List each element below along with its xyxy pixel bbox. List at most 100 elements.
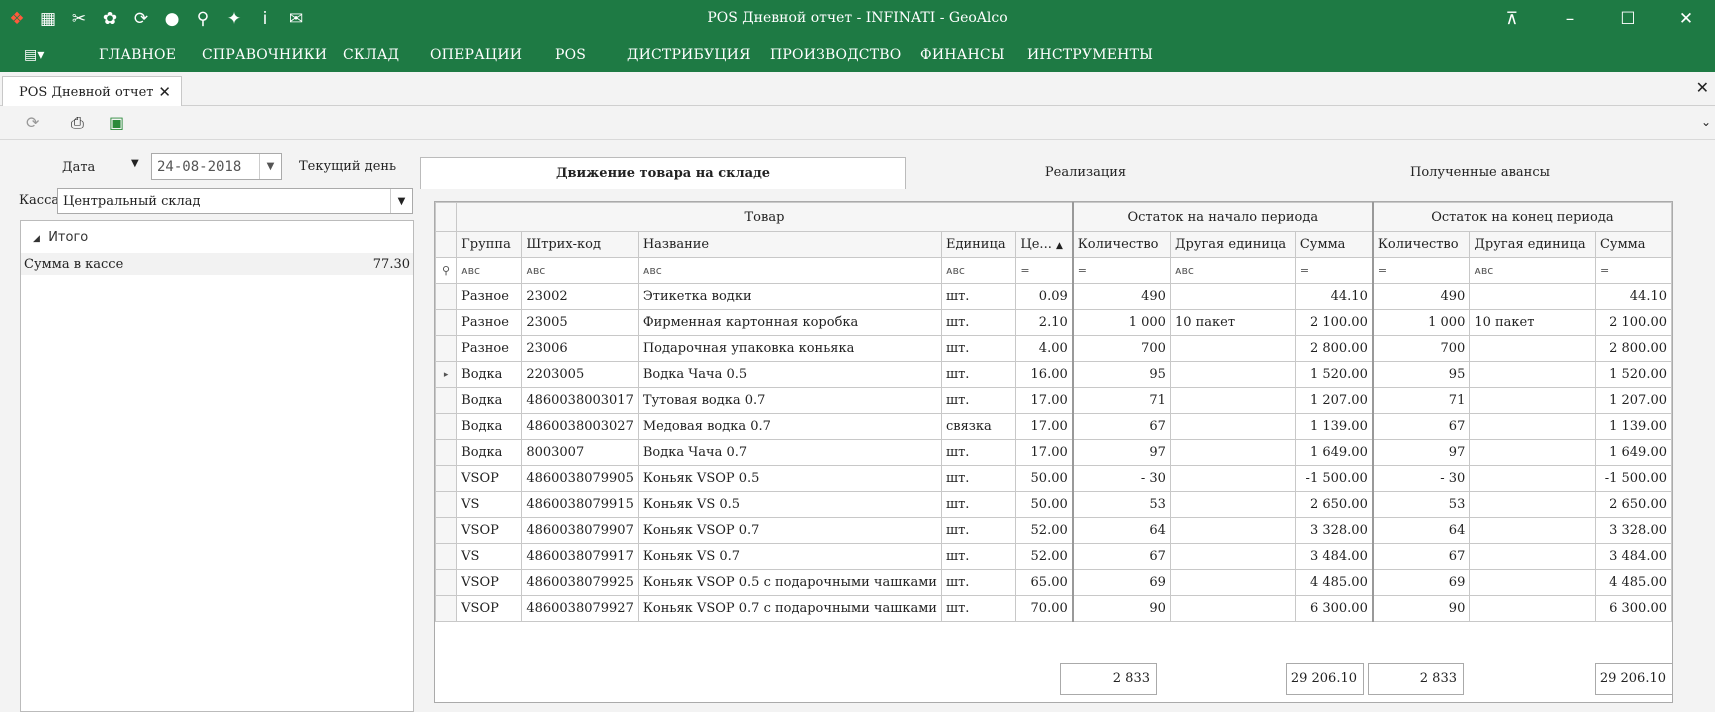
table-row[interactable]: Разное 23005 Фирменная картонная коробка шт…: [434, 309, 1673, 336]
menu-tools[interactable]: ИНСТРУМЕНТЫ: [1027, 47, 1153, 63]
table-cell[interactable]: шт.: [940, 569, 1017, 596]
table-cell[interactable]: Медовая водка 0.7: [637, 413, 942, 440]
table-row[interactable]: VSOP 4860038079907 Коньяк VSOP 0.7 шт. 52.00…: [434, 517, 1673, 544]
table-cell[interactable]: связка: [940, 413, 1017, 440]
table-cell[interactable]: VSOP: [456, 595, 523, 622]
table-cell[interactable]: 69: [1071, 569, 1171, 596]
table-cell[interactable]: 95: [1071, 361, 1171, 388]
table-cell[interactable]: 3 328.00: [1594, 517, 1673, 544]
table-cell[interactable]: шт.: [940, 517, 1017, 544]
table-cell[interactable]: 64: [1071, 517, 1171, 544]
tab-sales[interactable]: Реализация: [906, 157, 1265, 189]
excel-export-icon[interactable]: ▣: [109, 113, 124, 132]
table-cell[interactable]: 50.00: [1015, 465, 1074, 492]
table-cell[interactable]: VSOP: [456, 569, 523, 596]
row-indicator[interactable]: [434, 465, 458, 492]
col-start-other-unit[interactable]: Другая единица: [1169, 231, 1296, 258]
table-cell[interactable]: VSOP: [456, 517, 523, 544]
table-row[interactable]: VSOP 4860038079927 Коньяк VSOP 0.7 с подар…: [434, 595, 1673, 622]
table-cell[interactable]: [1469, 387, 1596, 414]
table-row[interactable]: VS 4860038079915 Коньяк VS 0.5 шт. 50.00 53 2 …: [434, 491, 1673, 518]
date-dropdown-icon[interactable]: ▼: [259, 154, 281, 179]
table-cell[interactable]: 53: [1071, 491, 1171, 518]
table-cell[interactable]: 700: [1071, 335, 1171, 362]
table-cell[interactable]: 10 пакет: [1469, 309, 1596, 336]
filter-equals-icon[interactable]: =: [1371, 257, 1471, 284]
table-cell[interactable]: шт.: [940, 335, 1017, 362]
table-cell[interactable]: 23005: [521, 309, 639, 336]
table-row[interactable]: VSOP 4860038079925 Коньяк VSOP 0.5 с подар…: [434, 569, 1673, 596]
filter-equals-icon[interactable]: =: [1294, 257, 1374, 284]
table-row[interactable]: Водка 4860038003027 Медовая водка 0.7 связк…: [434, 413, 1673, 440]
row-indicator[interactable]: [434, 413, 458, 440]
table-cell[interactable]: [1169, 413, 1296, 440]
row-indicator[interactable]: [434, 517, 458, 544]
table-cell[interactable]: Тутовая водка 0.7: [637, 387, 942, 414]
col-price[interactable]: Це... ▲: [1015, 231, 1074, 258]
table-cell[interactable]: 16.00: [1015, 361, 1074, 388]
row-indicator[interactable]: [434, 491, 458, 518]
table-cell[interactable]: 4860038003017: [521, 387, 639, 414]
table-cell[interactable]: Коньяк VSOP 0.7: [637, 517, 942, 544]
table-cell[interactable]: [1469, 569, 1596, 596]
table-cell[interactable]: 8003007: [521, 439, 639, 466]
table-row[interactable]: Разное 23002 Этикетка водки шт. 0.09 490 44.10…: [434, 283, 1673, 310]
table-cell[interactable]: шт.: [940, 491, 1017, 518]
filter-text-icon[interactable]: ᴀʙᴄ: [637, 257, 942, 284]
tab-stock-movement[interactable]: Движение товара на складе: [420, 157, 906, 189]
table-cell[interactable]: 6 300.00: [1594, 595, 1673, 622]
table-cell[interactable]: Коньяк VSOP 0.5: [637, 465, 942, 492]
col-name[interactable]: Название: [637, 231, 942, 258]
minimize-button[interactable]: –: [1541, 6, 1599, 32]
row-indicator[interactable]: [434, 569, 458, 596]
tab-advances[interactable]: Полученные авансы: [1265, 157, 1695, 189]
close-tab-icon[interactable]: ✕: [158, 83, 171, 101]
table-cell[interactable]: шт.: [940, 387, 1017, 414]
table-cell[interactable]: Этикетка водки: [637, 283, 942, 310]
table-cell[interactable]: 4 485.00: [1294, 569, 1374, 596]
table-cell[interactable]: 2 100.00: [1594, 309, 1673, 336]
col-end-other-unit[interactable]: Другая единица: [1469, 231, 1596, 258]
table-cell[interactable]: Коньяк VS 0.7: [637, 543, 942, 570]
table-cell[interactable]: 1 649.00: [1294, 439, 1374, 466]
filter-equals-icon[interactable]: =: [1015, 257, 1074, 284]
table-cell[interactable]: Разное: [456, 309, 523, 336]
table-cell[interactable]: 490: [1071, 283, 1171, 310]
table-cell[interactable]: 69: [1371, 569, 1471, 596]
table-cell[interactable]: [1169, 283, 1296, 310]
table-cell[interactable]: [1469, 491, 1596, 518]
col-end-qty[interactable]: Количество: [1371, 231, 1471, 258]
table-cell[interactable]: шт.: [940, 361, 1017, 388]
summary-group[interactable]: ◢ Итого: [21, 221, 413, 253]
col-group[interactable]: Группа: [456, 231, 523, 258]
table-cell[interactable]: Подарочная упаковка коньяка: [637, 335, 942, 362]
menu-operations[interactable]: ОПЕРАЦИИ: [430, 47, 522, 63]
table-row[interactable]: Водка 4860038003017 Тутовая водка 0.7 шт. 17…: [434, 387, 1673, 414]
table-cell[interactable]: Водка Чача 0.7: [637, 439, 942, 466]
table-cell[interactable]: 23006: [521, 335, 639, 362]
table-cell[interactable]: 10 пакет: [1169, 309, 1296, 336]
table-cell[interactable]: 64: [1371, 517, 1471, 544]
table-cell[interactable]: 97: [1071, 439, 1171, 466]
table-cell[interactable]: [1469, 517, 1596, 544]
filter-text-icon[interactable]: ᴀʙᴄ: [521, 257, 639, 284]
table-cell[interactable]: 700: [1371, 335, 1471, 362]
kassa-dropdown-icon[interactable]: ▼: [390, 189, 412, 213]
app-menu-icon[interactable]: ▤▾: [24, 47, 45, 63]
table-cell[interactable]: 67: [1071, 413, 1171, 440]
table-cell[interactable]: [1469, 595, 1596, 622]
row-indicator[interactable]: [434, 595, 458, 622]
table-cell[interactable]: 2 800.00: [1594, 335, 1673, 362]
table-cell[interactable]: [1169, 439, 1296, 466]
table-cell[interactable]: Фирменная картонная коробка: [637, 309, 942, 336]
table-cell[interactable]: 67: [1371, 543, 1471, 570]
table-cell[interactable]: -1 500.00: [1594, 465, 1673, 492]
table-cell[interactable]: 2 650.00: [1294, 491, 1374, 518]
col-end-sum[interactable]: Сумма: [1594, 231, 1673, 258]
table-cell[interactable]: -1 500.00: [1294, 465, 1374, 492]
table-cell[interactable]: [1469, 335, 1596, 362]
table-cell[interactable]: 2 800.00: [1294, 335, 1374, 362]
table-cell[interactable]: - 30: [1071, 465, 1171, 492]
menu-pos[interactable]: POS: [555, 47, 586, 63]
col-start-qty[interactable]: Количество: [1071, 231, 1171, 258]
